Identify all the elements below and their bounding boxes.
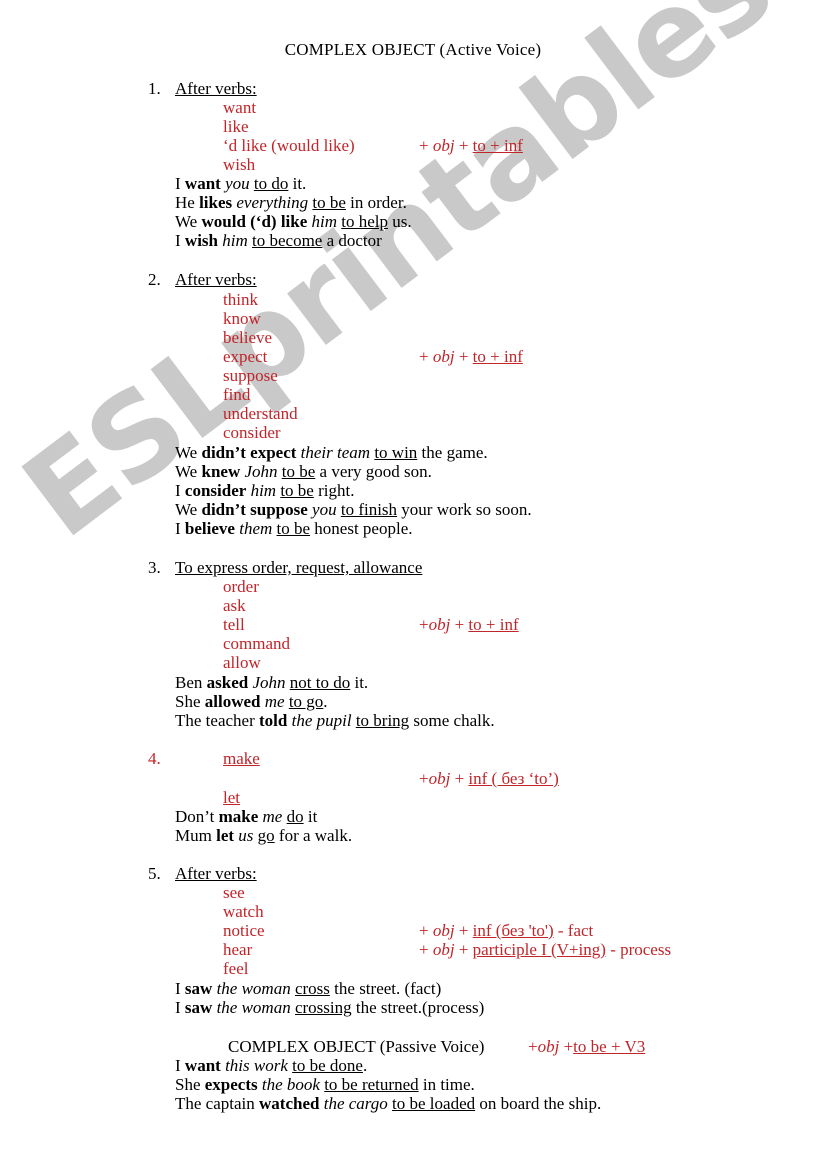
example-sentence: Don’t make me do it <box>175 807 318 826</box>
verb-item: feel <box>223 959 249 978</box>
example-sentence: I want this work to be done. <box>175 1056 368 1075</box>
example-sentence: We knew John to be a very good son. <box>175 462 432 481</box>
verb-item: allow <box>223 653 261 672</box>
verb-item: order <box>223 577 259 596</box>
verb-item: understand <box>223 404 298 423</box>
example-sentence: She allowed me to go. <box>175 692 328 711</box>
formula: + obj + to + inf <box>419 347 523 366</box>
verb-item: consider <box>223 423 281 442</box>
example-sentence: I consider him to be right. <box>175 481 355 500</box>
example-sentence: I want you to do it. <box>175 174 307 193</box>
example-sentence: I wish him to become a doctor <box>175 231 382 250</box>
verb-item: tell <box>223 615 245 634</box>
verb-item: hear <box>223 940 253 959</box>
formula-fact: + obj + inf (без 'to') - fact <box>419 921 594 940</box>
verb-item: command <box>223 634 291 653</box>
example-sentence: Mum let us go for a walk. <box>175 826 353 845</box>
passive-voice-title: COMPLEX OBJECT (Passive Voice) <box>228 1037 485 1056</box>
formula: + obj + to + inf <box>419 136 523 155</box>
verb-item: think <box>223 290 258 309</box>
example-sentence: We would (‘d) like him to help us. <box>175 212 412 231</box>
example-sentence: We didn’t expect their team to win the g… <box>175 443 488 462</box>
section-number: 5. <box>148 864 161 883</box>
verb-item: see <box>223 883 245 902</box>
formula-process: + obj + participle I (V+ing) - process <box>419 940 672 959</box>
example-sentence: The teacher told the pupil to bring some… <box>175 711 495 730</box>
document-page: COMPLEX OBJECT (Active Voice) 1. After v… <box>0 0 826 1169</box>
example-sentence: I saw the woman crossing the street.(pro… <box>175 998 485 1017</box>
verb-item: believe <box>223 328 273 347</box>
example-sentence: I saw the woman cross the street. (fact) <box>175 979 442 998</box>
example-sentence: Ben asked John not to do it. <box>175 673 369 692</box>
section-heading: After verbs: <box>175 79 257 98</box>
verb-item: suppose <box>223 366 278 385</box>
verb-item: let <box>223 788 240 807</box>
verb-item: ‘d like (would like) <box>223 136 355 155</box>
section-heading: After verbs: <box>175 270 257 289</box>
verb-item: watch <box>223 902 264 921</box>
section-number: 3. <box>148 558 161 577</box>
verb-item: want <box>223 98 257 117</box>
verb-item: ask <box>223 596 246 615</box>
example-sentence: I believe them to be honest people. <box>175 519 413 538</box>
example-sentence: He likes everything to be in order. <box>175 193 407 212</box>
verb-item: find <box>223 385 251 404</box>
example-sentence: We didn’t suppose you to finish your wor… <box>175 500 532 519</box>
section-number: 1. <box>148 79 161 98</box>
section-heading: After verbs: <box>175 864 257 883</box>
verb-item: know <box>223 309 261 328</box>
example-sentence: She expects the book to be returned in t… <box>175 1075 475 1094</box>
formula: +obj +to be + V3 <box>528 1037 646 1056</box>
example-sentence: The captain watched the cargo to be load… <box>175 1094 602 1113</box>
formula: +obj + to + inf <box>419 615 519 634</box>
verb-item: wish <box>223 155 256 174</box>
verb-item: notice <box>223 921 265 940</box>
section-number: 4. <box>148 749 161 768</box>
page-title: COMPLEX OBJECT (Active Voice) <box>284 40 542 59</box>
verb-item: make <box>223 749 260 768</box>
section-number: 2. <box>148 270 161 289</box>
verb-item: like <box>223 117 249 136</box>
section-heading: To express order, request, allowance <box>175 558 423 577</box>
formula: +obj + inf ( без ‘to’) <box>419 769 559 788</box>
verb-item: expect <box>223 347 268 366</box>
